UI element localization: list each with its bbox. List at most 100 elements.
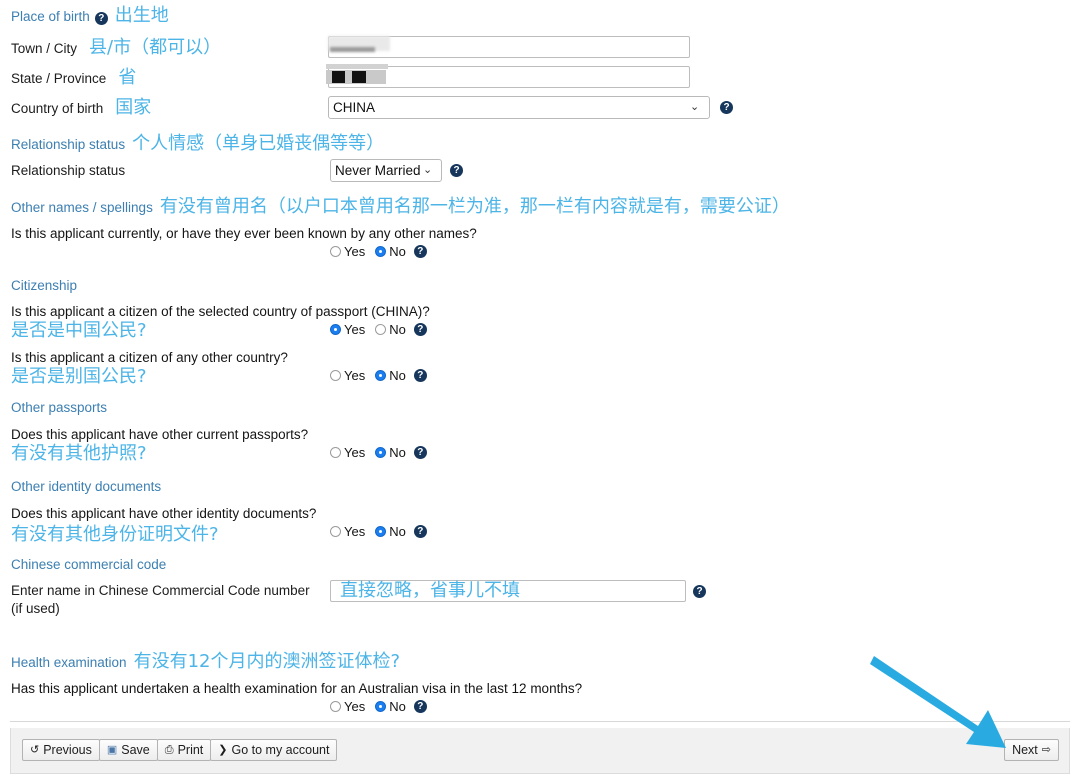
town-city-label: Town / City — [11, 41, 78, 56]
citizenship-1-yes-option[interactable]: Yes — [330, 322, 365, 337]
town-city-label-row: Town / City 县/市（都可以） — [11, 38, 221, 58]
printer-icon: ⎙ — [164, 743, 174, 756]
radio-yes[interactable] — [330, 447, 341, 458]
help-icon[interactable]: ? — [413, 446, 427, 459]
section-heading-relationship-status: Relationship status — [11, 137, 126, 152]
arrow-right-icon: ⇨ — [1041, 743, 1051, 756]
help-icon[interactable]: ? — [413, 525, 427, 538]
other-identity-no-option[interactable]: No — [375, 524, 406, 539]
form-button-bar: ↺ Previous ▣ Save ⎙ Print ❯ Go to my acc… — [10, 728, 1070, 774]
state-province-label: State / Province — [11, 71, 107, 86]
form-divider — [10, 721, 1070, 722]
radio-no[interactable] — [375, 526, 387, 537]
radio-no-label[interactable]: No — [389, 322, 406, 337]
radio-no[interactable] — [375, 447, 387, 458]
help-icon[interactable]: ? — [413, 323, 427, 336]
other-passports-radio-group: Yes No ? — [330, 445, 427, 460]
other-names-yes-option[interactable]: Yes — [330, 244, 365, 259]
chevron-right-icon: ❯ — [218, 743, 228, 756]
annotation-health-examination: 有没有12个月内的澳洲签证体检? — [133, 651, 401, 672]
chinese-commercial-code-label-line1: Enter name in Chinese Commercial Code nu… — [11, 583, 310, 598]
radio-yes[interactable] — [330, 526, 341, 537]
section-heading-place-of-birth: Place of birth — [11, 9, 90, 24]
chinese-commercial-code-input[interactable] — [330, 580, 686, 602]
section-heading-health-examination: Health examination — [11, 655, 127, 670]
other-names-question: Is this applicant currently, or have the… — [11, 226, 477, 241]
place-of-birth-heading-row: Place of birth ? 出生地 — [11, 6, 169, 26]
section-heading-other-identity-documents: Other identity documents — [11, 479, 162, 494]
health-examination-radio-group: Yes No ? — [330, 699, 427, 714]
radio-no[interactable] — [375, 246, 387, 257]
help-icon[interactable]: ? — [450, 164, 463, 177]
radio-yes[interactable] — [330, 324, 341, 335]
visa-application-form-page: Place of birth ? 出生地 Town / City 县/市（都可以… — [0, 0, 1080, 782]
radio-no[interactable] — [375, 370, 387, 381]
floppy-disk-icon: ▣ — [106, 743, 118, 756]
relationship-status-select[interactable]: Never Married — [330, 159, 442, 182]
relationship-status-label: Relationship status — [11, 163, 126, 178]
help-icon[interactable]: ? — [413, 700, 427, 713]
chinese-commercial-code-label-line2: (if used) — [11, 601, 60, 616]
radio-yes-label[interactable]: Yes — [344, 322, 365, 337]
health-exam-no-option[interactable]: No — [375, 699, 406, 714]
help-icon[interactable]: ? — [413, 245, 427, 258]
radio-yes-label[interactable]: Yes — [344, 368, 365, 383]
radio-yes[interactable] — [330, 370, 341, 381]
town-city-input[interactable] — [328, 36, 690, 58]
radio-no-label[interactable]: No — [389, 524, 406, 539]
citizenship-1-no-option[interactable]: No — [375, 322, 406, 337]
radio-yes[interactable] — [330, 246, 341, 257]
previous-button[interactable]: ↺ Previous — [22, 739, 100, 761]
radio-no-label[interactable]: No — [389, 445, 406, 460]
other-identity-documents-heading-row: Other identity documents — [11, 478, 161, 496]
other-passports-heading-row: Other passports — [11, 399, 107, 417]
help-icon[interactable]: ? — [413, 369, 427, 382]
other-identity-yes-option[interactable]: Yes — [330, 524, 365, 539]
rotate-left-icon: ↺ — [30, 743, 40, 756]
health-exam-yes-option[interactable]: Yes — [330, 699, 365, 714]
save-button[interactable]: ▣ Save — [98, 739, 158, 761]
annotation-other-passports: 有没有其他护照? — [11, 443, 147, 464]
annotation-citizenship-1: 是否是中国公民? — [11, 320, 147, 341]
citizenship-radio-group-2: Yes No ? — [330, 368, 427, 383]
citizenship-2-yes-option[interactable]: Yes — [330, 368, 365, 383]
radio-no-label[interactable]: No — [389, 368, 406, 383]
radio-yes-label[interactable]: Yes — [344, 524, 365, 539]
citizenship-2-no-option[interactable]: No — [375, 368, 406, 383]
other-passports-question: Does this applicant have other current p… — [11, 427, 309, 442]
health-examination-question: Has this applicant undertaken a health e… — [11, 681, 583, 696]
relationship-status-heading-row: Relationship status 个人情感（单身已婚丧偶等等） — [11, 134, 384, 154]
state-province-label-row: State / Province 省 — [11, 68, 136, 88]
go-to-my-account-button[interactable]: ❯ Go to my account — [210, 739, 338, 761]
citizenship-question-1: Is this applicant a citizen of the selec… — [11, 304, 430, 319]
help-icon[interactable]: ? — [720, 101, 733, 114]
relationship-status-label-row: Relationship status — [11, 162, 125, 180]
radio-no[interactable] — [375, 701, 387, 712]
section-heading-chinese-commercial-code: Chinese commercial code — [11, 557, 167, 572]
other-names-no-option[interactable]: No — [375, 244, 406, 259]
health-examination-heading-row: Health examination 有没有12个月内的澳洲签证体检? — [11, 652, 400, 672]
country-of-birth-select[interactable]: CHINA — [328, 96, 710, 119]
state-province-input[interactable] — [328, 66, 690, 88]
radio-yes-label[interactable]: Yes — [344, 244, 365, 259]
other-passports-yes-option[interactable]: Yes — [330, 445, 365, 460]
radio-yes[interactable] — [330, 701, 341, 712]
section-heading-other-names: Other names / spellings — [11, 200, 153, 215]
print-button[interactable]: ⎙ Print — [156, 739, 212, 761]
other-passports-no-option[interactable]: No — [375, 445, 406, 460]
radio-no[interactable] — [375, 324, 387, 335]
radio-no-label[interactable]: No — [389, 699, 406, 714]
radio-yes-label[interactable]: Yes — [344, 699, 365, 714]
help-icon[interactable]: ? — [94, 12, 108, 25]
annotation-state-province: 省 — [118, 67, 137, 88]
previous-button-label: Previous — [43, 743, 92, 757]
radio-yes-label[interactable]: Yes — [344, 445, 365, 460]
radio-no-label[interactable]: No — [389, 244, 406, 259]
next-button[interactable]: Next ⇨ — [1004, 739, 1059, 761]
annotation-citizenship-2: 是否是别国公民? — [11, 366, 147, 387]
other-identity-documents-question: Does this applicant have other identity … — [11, 506, 317, 521]
annotation-country-of-birth: 国家 — [115, 97, 152, 118]
help-icon[interactable]: ? — [693, 585, 706, 598]
annotation-other-identity-documents: 有没有其他身份证明文件? — [11, 524, 219, 545]
citizenship-radio-group-1: Yes No ? — [330, 322, 427, 337]
